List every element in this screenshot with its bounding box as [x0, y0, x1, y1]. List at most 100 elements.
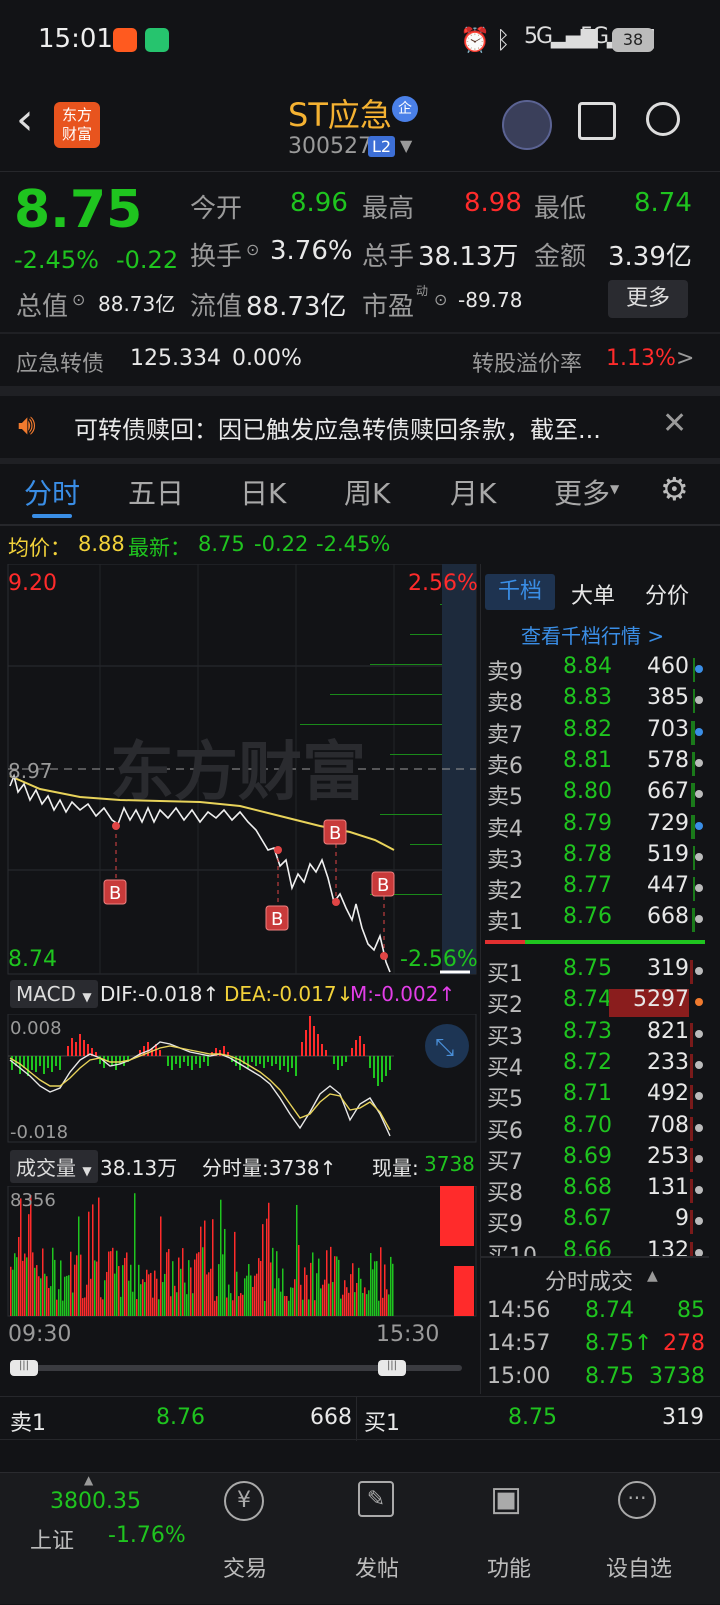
bid-row[interactable]: 买4 8.72 233	[481, 1050, 709, 1082]
app-logo: 东方 财富	[54, 102, 100, 148]
dot-indicator	[695, 727, 703, 736]
volume-bar	[262, 1224, 264, 1316]
tab-more[interactable]: 更多	[554, 472, 610, 512]
bid-row[interactable]: 买3 8.73 821	[481, 1019, 709, 1051]
dot-indicator	[695, 1060, 703, 1069]
ask-volume: 668	[647, 904, 689, 930]
bid-level: 买6	[487, 1118, 523, 1144]
last-value: 8.75	[198, 532, 245, 556]
info-icon[interactable]: ⊙	[434, 290, 447, 309]
robot-assistant-icon[interactable]	[502, 100, 552, 150]
volume-bar	[162, 1282, 164, 1316]
volume-bar	[200, 1226, 202, 1316]
intraday-chart[interactable]: 东方财富 B B B B 9.20 8.74 2.56% -2.56% 8.97	[0, 564, 480, 976]
slider-handle-right[interactable]: |||	[378, 1360, 406, 1376]
bid-row[interactable]: 买9 8.67 9	[481, 1206, 709, 1238]
pct-max-label: 2.56%	[408, 571, 478, 596]
pct-min-label: -2.56%	[400, 947, 478, 972]
tab-daily-k[interactable]: 日K	[240, 472, 286, 512]
bid-row[interactable]: 买2 8.74 5297	[481, 987, 709, 1019]
ask-row[interactable]: 卖7 8.82 703	[481, 717, 709, 749]
bid-row[interactable]: 买6 8.70 708	[481, 1113, 709, 1145]
tab-large-orders[interactable]: 大单	[571, 578, 615, 610]
ask-row[interactable]: 卖8 8.83 385	[481, 685, 709, 717]
nav-post[interactable]: ✎ 发帖	[310, 1473, 444, 1605]
tab-intraday[interactable]: 分时	[24, 472, 80, 512]
volume-bar	[50, 1286, 52, 1316]
bid-row[interactable]: 买7 8.69 253	[481, 1144, 709, 1176]
macd-selector[interactable]: MACD ▼	[10, 980, 98, 1008]
nav-watchlist[interactable]: ··· 设自选	[572, 1473, 706, 1605]
ask-row[interactable]: 卖5 8.80 667	[481, 779, 709, 811]
trade-price: 8.75↑	[585, 1331, 653, 1356]
bond-name: 应急转债	[16, 352, 105, 377]
volume-bar	[216, 1296, 218, 1316]
volume-bar	[286, 1296, 288, 1316]
more-button[interactable]: 更多	[608, 280, 688, 318]
bid-price: 8.72	[563, 1049, 612, 1075]
dot-indicator	[695, 1154, 703, 1163]
ask-price: 8.78	[563, 841, 612, 867]
view-depth-link[interactable]: 查看千档行情 >	[521, 620, 664, 649]
volume-bar	[164, 1273, 166, 1316]
convertible-bond-row[interactable]: 应急转债 125.334 0.00% 转股溢价率 1.13% >	[0, 334, 720, 386]
tab-price-distribution[interactable]: 分价	[645, 578, 689, 610]
volume-chart[interactable]: 8356	[0, 1186, 480, 1318]
tab-five-day[interactable]: 五日	[128, 472, 184, 512]
bid-row[interactable]: 买8 8.68 131	[481, 1175, 709, 1207]
notice-bar[interactable]: 🔊︎ 可转债赎回：因已触发应急转债赎回条款，截至... ✕	[0, 396, 720, 458]
active-tab-indicator	[32, 514, 72, 518]
bottom-nav: ▲ 3800.35 上证 -1.76% ¥ 交易 ✎ 发帖 ▣ 功能 ··· 设…	[0, 1472, 720, 1604]
speaker-icon: 🔊︎	[18, 408, 36, 441]
volume-bar	[160, 1216, 162, 1316]
ask-row[interactable]: 卖3 8.78 519	[481, 842, 709, 874]
index-ticker[interactable]: ▲ 3800.35 上证 -1.76%	[0, 1473, 200, 1605]
info-icon[interactable]: ⊙	[246, 240, 259, 259]
nav-functions[interactable]: ▣ 功能	[442, 1473, 576, 1605]
volume-bar	[248, 1264, 250, 1316]
info-icon[interactable]: ⊙	[72, 290, 85, 309]
trades-title[interactable]: 分时成交	[545, 1264, 633, 1296]
tab-depth[interactable]: 千档	[485, 574, 555, 610]
ask-row[interactable]: 卖9 8.84 460	[481, 654, 709, 686]
volume-bar	[26, 1257, 28, 1316]
volume-bar	[358, 1267, 360, 1316]
nav-functions-label: 功能	[486, 1557, 531, 1582]
trade-volume: 3738	[649, 1364, 705, 1389]
back-icon[interactable]: ‹	[16, 98, 34, 142]
ask-row[interactable]: 卖4 8.79 729	[481, 811, 709, 843]
close-icon[interactable]: ✕	[662, 406, 687, 441]
nav-trade[interactable]: ¥ 交易	[178, 1473, 312, 1605]
tab-monthly-k[interactable]: 月K	[450, 472, 496, 512]
current-volume-label: 现量:	[372, 1156, 419, 1180]
tab-weekly-k[interactable]: 周K	[344, 472, 390, 512]
best-bid-label: 买1	[364, 1411, 400, 1436]
bid-row[interactable]: 买5 8.71 492	[481, 1081, 709, 1113]
chevron-down-icon[interactable]: ▼	[400, 136, 412, 155]
ask-row[interactable]: 卖1 8.76 668	[481, 904, 709, 936]
search-icon[interactable]	[646, 102, 680, 136]
ask-row[interactable]: 卖2 8.77 447	[481, 873, 709, 905]
ask-row[interactable]: 卖6 8.81 578	[481, 748, 709, 780]
share-icon[interactable]	[578, 102, 616, 140]
volume-bar	[22, 1260, 24, 1316]
bid-row[interactable]: 买1 8.75 319	[481, 956, 709, 988]
bluetooth-icon: ᛒ	[496, 26, 511, 54]
range-slider[interactable]: ||| |||	[10, 1360, 476, 1376]
volume-bar	[110, 1251, 112, 1316]
macd-name: MACD	[16, 982, 76, 1006]
stock-name[interactable]: ST应急	[288, 90, 392, 136]
macd-chart[interactable]: 0.008 -0.018 ⤡	[0, 1014, 480, 1144]
high-label: 最高	[362, 194, 415, 224]
notification-app-icon	[113, 28, 137, 52]
volume-selector[interactable]: 成交量 ▼	[10, 1150, 98, 1183]
level2-badge[interactable]: L2	[368, 136, 396, 157]
trade-time: 15:00	[487, 1364, 551, 1389]
bid-level: 买2	[487, 993, 523, 1019]
volume-bar	[84, 1297, 86, 1316]
volume-bar	[142, 1279, 144, 1316]
slider-handle-left[interactable]: |||	[10, 1360, 38, 1376]
gear-icon[interactable]: ⚙	[660, 470, 689, 508]
bid-row[interactable]: 买10 8.66 132	[481, 1238, 709, 1256]
volume-bar	[52, 1247, 54, 1316]
